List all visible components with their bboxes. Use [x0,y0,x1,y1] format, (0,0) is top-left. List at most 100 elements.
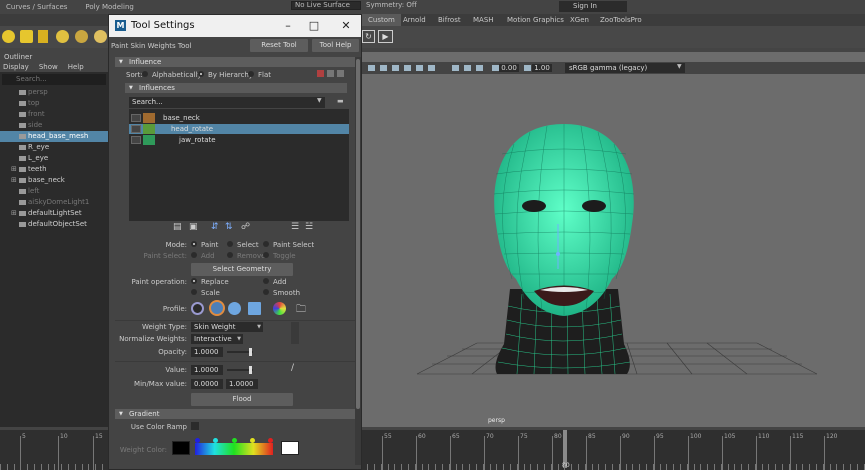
shaded-icon[interactable] [404,65,411,71]
expand-icon[interactable]: ⊞ [11,164,17,175]
mode-paint-radio[interactable] [191,241,197,247]
weight-type-dropdown[interactable]: Skin Weight [191,322,263,332]
tab-motion-graphics[interactable]: Motion Graphics [507,14,564,26]
tab-mash[interactable]: MASH [473,14,494,26]
influence-row[interactable]: head_rotate [129,124,349,134]
image-brush-icon[interactable] [273,302,286,315]
scrollbar-thumb[interactable] [356,59,360,409]
outliner-item[interactable]: defaultObjectSet [0,219,108,230]
exposure-icon[interactable] [492,65,499,71]
sort-alphabetically-radio[interactable] [142,71,148,77]
mode-select-radio[interactable] [227,241,233,247]
mode-menu[interactable]: Curves / Surfaces [6,3,67,11]
flood-button[interactable]: Flood [191,393,293,406]
outliner-item[interactable]: ⊞ defaultLightSet [0,208,108,219]
light-icon[interactable] [2,30,15,43]
color-space-dropdown[interactable]: sRGB gamma (legacy) [565,63,685,73]
expand-icon[interactable]: ⊞ [11,175,17,186]
weight-color-max-swatch[interactable] [281,441,299,455]
sort-hierarchy-radio[interactable] [198,71,204,77]
list-view-icon[interactable]: ☰ [291,222,299,232]
solid-brush-icon[interactable] [228,302,241,315]
isolate-icon[interactable] [452,65,459,71]
textured-icon[interactable] [416,65,423,71]
weight-color-gradient[interactable] [195,443,273,455]
move-weights-icon[interactable]: ⇵ [211,222,219,232]
opacity-slider-handle[interactable] [249,348,252,356]
paint-op-add-radio[interactable] [263,278,269,284]
eye-icon[interactable] [131,125,141,133]
gradient-section-header[interactable]: Gradient [115,409,355,419]
eye-icon[interactable] [131,114,141,122]
influence-section-header[interactable]: Influence [115,57,355,67]
eyedropper-icon[interactable]: ∕ [291,363,294,373]
swap-weights-icon[interactable]: ⇅ [225,222,233,232]
influences-subheader[interactable]: Influences [125,83,347,93]
gradient-marker[interactable] [213,438,219,443]
exposure-field[interactable]: 0.00 [499,64,519,72]
influence-color-swatch[interactable] [143,124,155,134]
select-geometry-button[interactable]: Select Geometry [191,263,293,276]
influence-color-swatch[interactable] [143,135,155,145]
expand-icon[interactable]: ⊞ [11,208,17,219]
play-icon[interactable]: ▶ [378,30,393,43]
gamma-field[interactable]: 1.00 [532,64,552,72]
symmetry-dropdown[interactable]: Symmetry: Off [366,1,417,9]
sphere-light-icon[interactable] [56,30,69,43]
tool-settings-titlebar[interactable]: M Tool Settings – □ ✕ [109,15,361,37]
outliner-search-input[interactable]: Search... [2,74,106,85]
unlock-icon[interactable]: ☍ [241,222,250,232]
dome-light-icon[interactable] [94,30,107,43]
gradient-marker[interactable] [249,438,255,443]
sort-flat-radio[interactable] [248,71,254,77]
soft-brush-icon[interactable] [209,300,225,316]
influence-color-swatch[interactable] [143,113,155,123]
grid-icon[interactable] [380,65,387,71]
tab-custom[interactable]: Custom [362,14,401,26]
gradient-marker[interactable] [195,438,200,443]
square-brush-icon[interactable] [248,302,261,315]
outliner-item[interactable]: L_eye [0,153,108,164]
paint-op-scale-radio[interactable] [191,289,197,295]
influence-option-icon[interactable] [317,70,324,77]
outliner-item[interactable]: top [0,98,108,109]
outliner-item[interactable]: persp [0,87,108,98]
max-value-field[interactable]: 1.0000 [226,379,258,389]
tool-help-button[interactable]: Tool Help [312,39,359,52]
paint-select-remove-radio[interactable] [227,252,233,258]
outliner-menu-help[interactable]: Help [68,62,84,72]
viewport-panel[interactable]: 0.00 1.00 sRGB gamma (legacy) ▼ persp [362,52,865,427]
outliner-item[interactable]: ⊞ teeth [0,164,108,175]
opacity-field[interactable]: 1.0000 [191,347,223,357]
outliner-item[interactable]: front [0,109,108,120]
paint-op-replace-radio[interactable] [191,278,197,284]
eye-icon[interactable] [131,136,141,144]
min-value-field[interactable]: 0.0000 [191,379,223,389]
influence-row[interactable]: jaw_rotate [129,135,349,145]
outliner-item[interactable]: left [0,186,108,197]
tree-view-icon[interactable]: ☱ [305,222,313,232]
normalize-weights-dropdown[interactable]: Interactive [191,334,243,344]
tab-arnold[interactable]: Arnold [403,14,426,26]
outliner-menu-show[interactable]: Show [39,62,58,72]
gradient-marker[interactable] [268,438,273,443]
filter-icon[interactable]: ▬ [337,97,344,105]
directional-light-icon[interactable] [38,30,48,43]
joint-icon[interactable] [556,252,560,256]
influence-row[interactable]: base_neck [129,113,349,123]
paint-select-add-radio[interactable] [191,252,197,258]
paint-select-toggle-radio[interactable] [263,252,269,258]
value-slider-handle[interactable] [249,366,252,374]
maximize-icon[interactable]: □ [307,19,321,33]
xray-icon[interactable] [464,65,471,71]
outliner-item[interactable]: head_base_mesh [0,131,108,142]
tool-settings-scrollbar[interactable] [355,57,361,465]
value-field[interactable]: 1.0000 [191,365,223,375]
paint-op-smooth-radio[interactable] [263,289,269,295]
outliner-item[interactable]: side [0,120,108,131]
influence-search-input[interactable]: Search... [129,97,325,108]
render-loop-icon[interactable]: ↻ [362,30,375,43]
gamma-icon[interactable] [524,65,531,71]
tab-xgen[interactable]: XGen [570,14,589,26]
tab-zootoolspro[interactable]: ZooToolsPro [600,14,642,26]
